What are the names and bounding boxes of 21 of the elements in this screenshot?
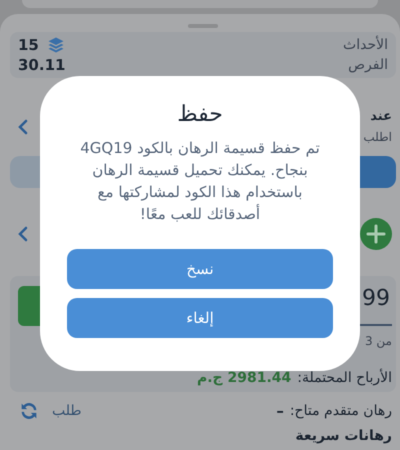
summary-label: الفرص: [348, 57, 388, 73]
request-link[interactable]: طلب: [52, 403, 82, 419]
advanced-bet-value: –: [276, 402, 284, 420]
summary-label: الأحداث: [343, 37, 388, 53]
dialog-title: حفظ: [177, 102, 223, 127]
cancel-button[interactable]: إلغاء: [67, 298, 333, 338]
chevron-left-icon[interactable]: [18, 118, 28, 134]
winnings-value: 2981.44 ج.م: [196, 370, 292, 386]
setting-subtitle: اطلب: [363, 130, 392, 144]
add-icon[interactable]: [360, 218, 392, 250]
layers-icon: [46, 36, 65, 54]
chevron-left-icon[interactable]: [18, 226, 28, 242]
winnings-label: الأرباح المحتملة:: [297, 370, 392, 386]
section-title: رهانات سريعة: [295, 428, 392, 444]
summary-value: 15: [18, 36, 39, 54]
summary-value: 30.11: [18, 56, 66, 74]
dialog-message: تم حفظ قسيمة الرهان بالكود 4GQ19 بنجاح. يمكنك تحميل قسيمة الرهان باستخدام هذا الكود لمشاركتها مع أصدقائك للعب معًا!: [79, 138, 321, 225]
setting-title: عند: [370, 109, 392, 124]
stake-caption: من 3: [364, 334, 392, 348]
advanced-bet-label: رهان متقدم متاح:: [290, 403, 392, 419]
copy-button[interactable]: نسخ: [67, 249, 333, 289]
